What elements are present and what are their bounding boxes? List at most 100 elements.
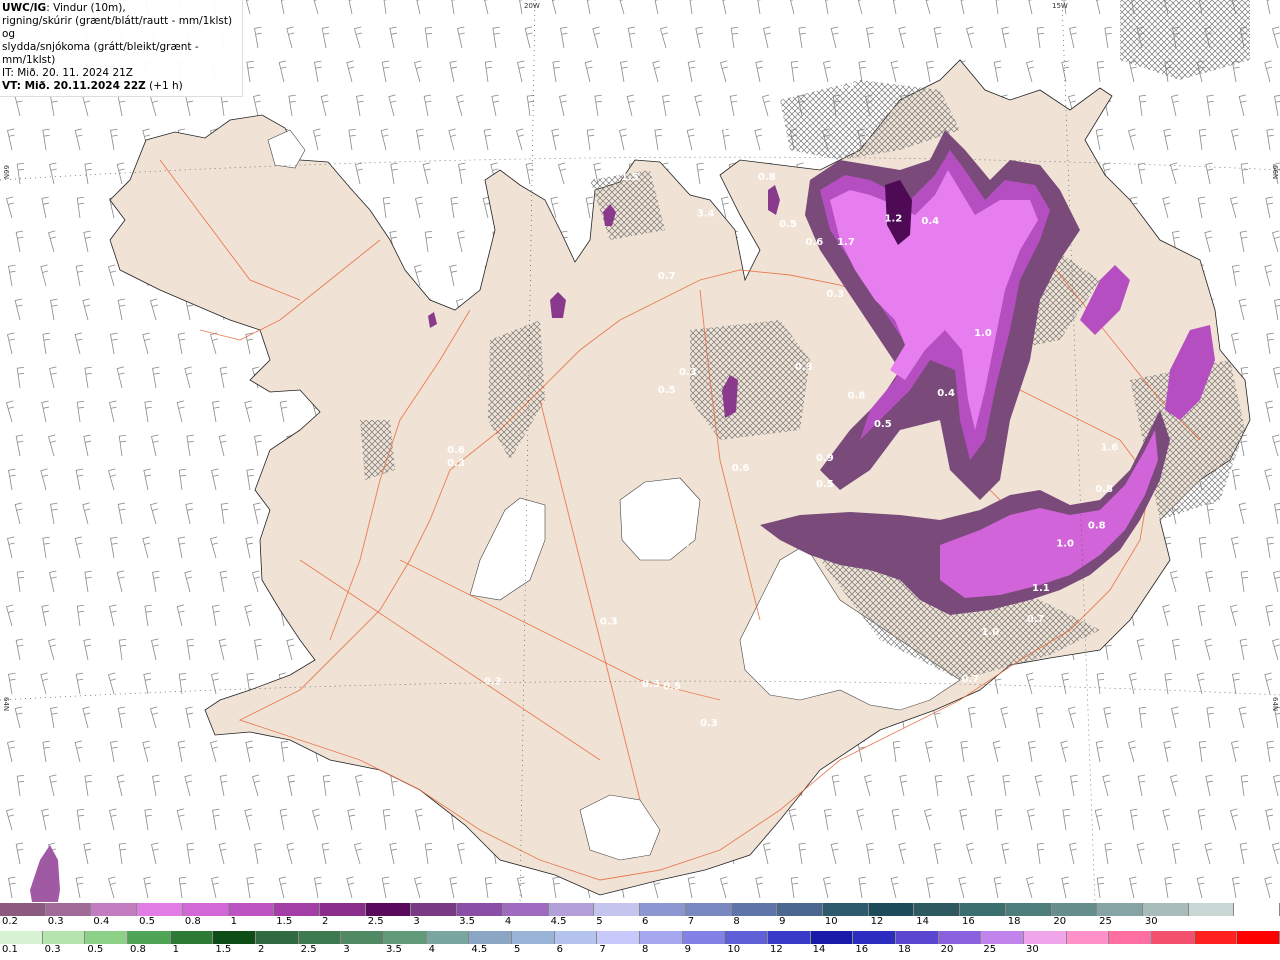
rain-legend-label: 6	[556, 944, 564, 955]
rain-legend-label: 1.5	[215, 944, 232, 955]
precip-value-label: 1.2	[885, 214, 903, 225]
snow-legend-swatch	[0, 903, 46, 916]
snow-legend-swatch	[640, 903, 686, 916]
rain-legend-label: 7	[599, 944, 606, 955]
precip-value-label: 0.6	[805, 237, 823, 248]
precip-value-label: 1.0	[974, 328, 992, 339]
precip-value-label: 0.4	[921, 216, 939, 227]
snow-legend-labels: 0.2 0.3 0.4 0.5 0.8 1 1.5 2 2.5 3 3.5 4 4.5 5 6 7 8 9 10 12…	[0, 916, 1280, 930]
snow-legend-swatch	[457, 903, 503, 916]
rain-legend-swatch	[981, 931, 1025, 944]
rain-legend-label: 0.5	[87, 944, 104, 955]
valid-time: VT: Mið. 20.11.2024 22Z	[2, 80, 146, 92]
rain-legend-swatch	[512, 931, 555, 944]
snow-legend-label: 2	[322, 916, 329, 927]
snow-legend-label: 1	[230, 916, 237, 927]
rain-legend-label: 30	[1026, 944, 1039, 955]
snow-legend-label: 9	[779, 916, 786, 927]
rain-legend-swatches	[0, 931, 1280, 944]
snow-legend-label: 0.4	[93, 916, 110, 927]
rain-legend-label: 1	[172, 944, 180, 955]
precip-value-label: 0.9	[816, 453, 834, 464]
snow-legend-label: 4	[504, 916, 512, 927]
rain-legend: 0.1 0.3 0.5 0.8 1 1.5 2 2.5 3 3.5 4 4.5 5 6 7 8 9 10 12 14 1…	[0, 931, 1280, 959]
rain-legend-swatch	[0, 931, 43, 944]
rain-legend-label: 14	[812, 944, 826, 955]
rain-legend-swatch	[85, 931, 129, 944]
description-line-1: : Vindur (10m),	[46, 2, 126, 14]
precip-value-label: 0.8	[758, 172, 776, 183]
snow-legend-swatch	[1005, 903, 1052, 916]
snow-legend-swatch	[731, 903, 778, 916]
snow-legend-swatch	[685, 903, 732, 916]
rain-legend-swatch	[1194, 931, 1238, 944]
precip-value-label: 0.8	[1095, 484, 1113, 495]
precip-value-label: 0.3	[447, 458, 465, 469]
rain-legend-swatch	[853, 931, 897, 944]
grid-label-64n-right: 64N	[1271, 697, 1279, 712]
precip-value-label: 0.3	[827, 289, 845, 300]
precip-value-label: 0.5	[816, 479, 834, 490]
rain-legend-swatch	[938, 931, 982, 944]
snow-legend-swatch	[411, 903, 458, 916]
forecast-offset: (+1 h)	[145, 80, 183, 92]
snow-legend-swatches	[0, 903, 1280, 916]
precip-value-label: 0.6	[447, 445, 465, 456]
rain-legend-label: 2	[258, 944, 265, 955]
rain-legend-label: 8	[642, 944, 649, 955]
rain-legend-swatch	[170, 931, 214, 944]
snow-legend-swatch	[320, 903, 366, 916]
precip-value-label: 0.3	[600, 617, 618, 628]
snow-legend-swatch	[228, 903, 275, 916]
precip-value-label: 1.0	[1056, 539, 1074, 550]
precip-value-label: 1.8	[900, 666, 918, 677]
precip-value-label: 0.7	[1027, 614, 1045, 625]
snow-legend-swatch	[365, 903, 412, 916]
snow-legend: 0.2 0.3 0.4 0.5 0.8 1 1.5 2 2.5 3 3.5 4 4.5 5 6 7 8 9 10 12…	[0, 903, 1280, 931]
rain-legend-swatch	[682, 931, 726, 944]
snow-legend-swatch	[868, 903, 915, 916]
description-line-2: rigning/skúrir (grænt/blátt/rautt - mm/1…	[2, 15, 233, 40]
precip-value-label: 0.6	[732, 463, 750, 474]
weather-map[interactable]: 3.41.5 0.80.50.6 1.71.2 0.40.70.31.00.30.50…	[0, 0, 1280, 902]
rain-legend-swatch	[1024, 931, 1067, 944]
rain-legend-label: 4	[428, 944, 436, 955]
precip-value-label: 0.3	[837, 81, 855, 92]
snow-legend-label: 18	[1007, 916, 1021, 927]
precip-value-label: 0.7	[961, 674, 979, 685]
grid-label-64n-left: 64N	[2, 697, 10, 712]
precip-value-label: 3.4	[697, 208, 715, 219]
rain-legend-swatch	[810, 931, 854, 944]
rain-legend-labels: 0.1 0.3 0.5 0.8 1 1.5 2 2.5 3 3.5 4 4.5 5 6 7 8 9 10 12 14 1…	[0, 944, 1280, 958]
rain-legend-label: 9	[684, 944, 692, 955]
rain-legend-swatch	[42, 931, 86, 944]
snow-legend-swatch	[502, 903, 549, 916]
rain-legend-swatch	[725, 931, 769, 944]
rain-legend-swatch	[597, 931, 641, 944]
precip-value-label: 0.7	[674, 539, 692, 550]
snow-legend-label: 0.2	[2, 916, 18, 927]
precip-value-label: 0.5	[658, 385, 676, 396]
snow-legend-swatch	[548, 903, 595, 916]
rain-legend-swatch	[768, 931, 811, 944]
snow-legend-label: 25	[1099, 916, 1112, 927]
map-info-box: UWC/IG: Vindur (10m), rigning/skúrir (gr…	[0, 0, 243, 97]
snow-legend-swatch	[1142, 903, 1189, 916]
snow-legend-swatch	[594, 903, 641, 916]
rain-legend-swatch	[384, 931, 427, 944]
snow-legend-swatch	[1188, 903, 1235, 916]
snow-legend-swatch	[91, 903, 138, 916]
precip-value-label: 1.5	[621, 172, 639, 183]
snow-legend-label: 4.5	[550, 916, 567, 927]
precip-value-label: 0.4	[937, 388, 955, 399]
snow-legend-swatch	[1051, 903, 1098, 916]
rain-legend-label: 12	[770, 944, 783, 955]
snow-legend-swatch	[137, 903, 183, 916]
snow-legend-label: 0.8	[184, 916, 201, 927]
rain-legend-label: 0.8	[130, 944, 146, 955]
precip-value-label: 0.8	[1088, 520, 1106, 531]
snow-legend-label: 14	[916, 916, 930, 927]
snow-legend-label: 16	[962, 916, 975, 927]
snow-legend-swatch	[1097, 903, 1143, 916]
snow-legend-label: 5	[596, 916, 603, 927]
